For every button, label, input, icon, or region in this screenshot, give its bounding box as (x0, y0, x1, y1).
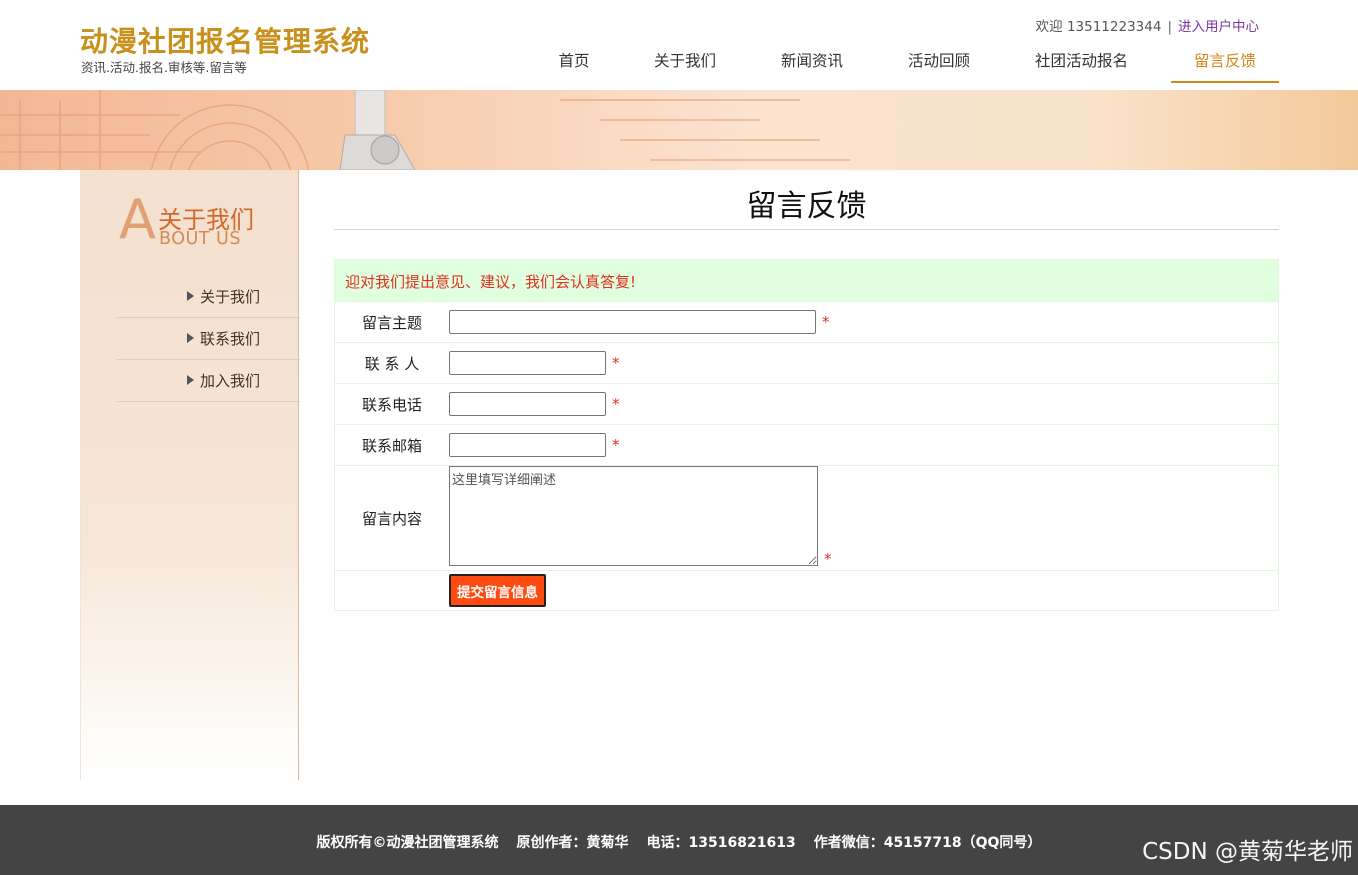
sidebar-menu: 关于我们 联系我们 加入我们 (117, 276, 300, 402)
logo-title[interactable]: 动漫社团报名管理系统 (80, 20, 370, 60)
sidebar-item-label: 加入我们 (199, 372, 260, 390)
sidebar-item-label: 联系我们 (199, 330, 260, 348)
separator: | (1167, 19, 1172, 35)
phone-input[interactable] (449, 392, 606, 416)
page-title: 留言反馈 (334, 170, 1279, 230)
arrow-right-icon (186, 291, 194, 301)
nav-news[interactable]: 新闻资讯 (760, 40, 864, 83)
feedback-form: 迎对我们提出意见、建议，我们会认真答复! 留言主题 * 联 系 人 * 联系电话… (334, 259, 1279, 611)
email-input[interactable] (449, 433, 606, 457)
submit-button[interactable]: 提交留言信息 (449, 574, 546, 607)
nav-home[interactable]: 首页 (538, 40, 610, 83)
sidebar: A 关于我们 BOUT US 关于我们 联系我们 加入我们 (80, 170, 300, 780)
required-mark: * (612, 395, 620, 413)
banner-decoration (0, 90, 850, 170)
welcome-text: 欢迎 13511223344 (1035, 19, 1162, 35)
footer-author: 原创作者：黄菊华 (516, 835, 629, 851)
user-center-link[interactable]: 进入用户中心 (1178, 19, 1259, 35)
form-row-subject: 留言主题 * (335, 301, 1278, 342)
form-row-content: 留言内容 这里填写详细阐述 * (335, 465, 1278, 570)
sidebar-item-about[interactable]: 关于我们 (117, 276, 300, 318)
form-row-submit: 提交留言信息 (335, 570, 1278, 610)
logo-subtitle: 资讯.活动.报名.审核等.留言等 (81, 60, 247, 75)
form-row-contact: 联 系 人 * (335, 342, 1278, 383)
csdn-watermark: CSDN @黄菊华老师 (1142, 839, 1353, 865)
footer-phone: 电话：13516821613 (646, 835, 796, 851)
subject-label: 留言主题 (361, 313, 422, 332)
form-row-email: 联系邮箱 * (335, 424, 1278, 465)
form-row-phone: 联系电话 * (335, 383, 1278, 424)
nav-about[interactable]: 关于我们 (610, 40, 760, 83)
nav-feedback[interactable]: 留言反馈 (1171, 40, 1279, 83)
main-nav: 首页 关于我们 新闻资讯 活动回顾 社团活动报名 留言反馈 (538, 40, 1279, 83)
required-mark: * (612, 354, 620, 372)
top-user-bar: 欢迎 13511223344 | 进入用户中心 (1036, 15, 1259, 35)
arrow-right-icon (186, 333, 194, 343)
form-notice: 迎对我们提出意见、建议，我们会认真答复! (335, 260, 1278, 301)
required-mark: * (822, 313, 830, 331)
about-big-letter: A (119, 188, 156, 251)
header: 动漫社团报名管理系统 资讯.活动.报名.审核等.留言等 欢迎 135112233… (0, 0, 1358, 90)
required-mark: * (612, 436, 620, 454)
sidebar-item-join[interactable]: 加入我们 (117, 360, 300, 402)
email-label: 联系邮箱 (361, 436, 422, 455)
phone-label: 联系电话 (361, 395, 422, 414)
banner-image (0, 90, 1358, 170)
content-label: 留言内容 (361, 509, 422, 528)
main-content: 留言反馈 迎对我们提出意见、建议，我们会认真答复! 留言主题 * 联 系 人 *… (334, 170, 1279, 611)
content-textarea[interactable]: 这里填写详细阐述 (449, 466, 818, 566)
sidebar-item-label: 关于我们 (199, 288, 260, 306)
arrow-right-icon (186, 375, 194, 385)
sidebar-item-contact[interactable]: 联系我们 (117, 318, 300, 360)
nav-activity-review[interactable]: 活动回顾 (864, 40, 1014, 83)
footer-copyright: 版权所有©动漫社团管理系统 (316, 835, 499, 851)
sidebar-subtitle: BOUT US (159, 229, 241, 249)
contact-input[interactable] (449, 351, 606, 375)
subject-input[interactable] (449, 310, 816, 334)
contact-label: 联 系 人 (364, 354, 420, 373)
nav-club-signup[interactable]: 社团活动报名 (1014, 40, 1149, 83)
footer-wechat: 作者微信：45157718（QQ同号） (813, 835, 1042, 851)
required-mark: * (824, 550, 832, 568)
